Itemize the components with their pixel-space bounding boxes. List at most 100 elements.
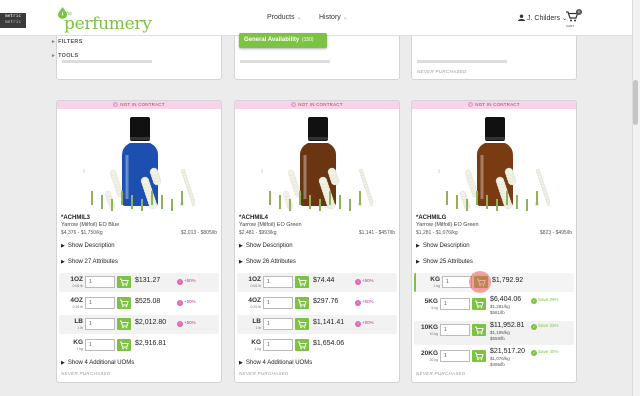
product-image[interactable]: [235, 109, 399, 212]
quantity-input[interactable]: 1: [442, 276, 472, 288]
uom-unit: 5KG: [424, 298, 438, 305]
add-to-cart-button[interactable]: [472, 350, 486, 362]
quantity-input[interactable]: 1: [440, 350, 470, 362]
uom-price: $1,141.41: [313, 319, 345, 326]
show-attributes-toggle[interactable]: ▶ Show 25 Attributes: [416, 259, 473, 265]
add-to-cart-button[interactable]: [295, 318, 309, 330]
add-to-cart-button[interactable]: [472, 298, 486, 310]
product-code[interactable]: *ACHMILG: [416, 215, 446, 221]
caret-right-icon: ▶: [416, 243, 420, 249]
uom-price: $1,792.92: [492, 277, 524, 284]
uom-row: KG 1 kg 1 $1,654.06: [237, 336, 397, 355]
markup-badge: ! +50%: [177, 278, 196, 285]
product-code[interactable]: *ACHMIL3: [61, 215, 90, 221]
show-description-label: Show Description: [67, 243, 115, 249]
add-to-cart-button[interactable]: [117, 318, 131, 330]
add-to-cart-icon: [120, 320, 129, 329]
markup-badge: ! +50%: [355, 320, 374, 327]
never-purchased-label: NEVER PURCHASED: [239, 371, 289, 376]
info-icon: !: [355, 300, 361, 306]
tools-toggle[interactable]: ▸ TOOLS: [52, 53, 78, 59]
cart-button[interactable]: 0 CART: [566, 9, 582, 28]
flowers-image: [261, 167, 373, 211]
divider: [62, 60, 152, 63]
add-to-cart-button[interactable]: [295, 297, 309, 309]
quantity-input[interactable]: 1: [263, 297, 293, 309]
metric-toggle[interactable]: metric metric: [0, 13, 26, 28]
uom-price: $11,952.81: [490, 322, 525, 329]
product-name: Yarrow (Milfoil) EO Green: [239, 222, 302, 228]
markup-value: +50%: [362, 320, 374, 325]
price-range-kg: $1,281 - $1,076/kg: [416, 230, 458, 236]
product-name: Yarrow (Milfoil) EO Green: [416, 222, 479, 228]
scrollbar-track[interactable]: [632, 0, 640, 396]
product-image[interactable]: [57, 109, 221, 212]
nav-products[interactable]: Products ⌄: [267, 14, 302, 21]
uom-unit-price: $1,281/kg: [490, 304, 510, 309]
uom-row: 5KG 5 kg 1 $6,404.06 $1,281/kg $581/lb ✓ S…: [414, 295, 574, 319]
markup-badge: ! +50%: [177, 320, 196, 327]
show-description-toggle[interactable]: ▶ Show Description: [61, 243, 115, 249]
show-description-toggle[interactable]: ▶ Show Description: [416, 243, 470, 249]
filters-toggle[interactable]: ▸ FILTERS: [52, 39, 83, 45]
caret-right-icon: ▶: [61, 243, 65, 249]
add-to-cart-button[interactable]: [117, 276, 131, 288]
user-name: J. Childers: [527, 15, 561, 22]
quantity-input[interactable]: 1: [85, 276, 115, 288]
uom-unit: 1OZ: [70, 276, 83, 283]
add-to-cart-button[interactable]: [295, 276, 309, 288]
quantity-input[interactable]: 1: [263, 276, 293, 288]
show-description-label: Show Description: [245, 243, 293, 249]
add-to-cart-button[interactable]: [117, 297, 131, 309]
price-range-kg: $2,481 - $993/kg: [239, 230, 277, 236]
show-attributes-toggle[interactable]: ▶ Show 26 Attributes: [239, 259, 296, 265]
quantity-input[interactable]: 1: [440, 324, 470, 336]
uom-row: KG 1 kg 1 $1,792.92: [414, 273, 574, 292]
info-icon: !: [355, 321, 361, 327]
user-menu[interactable]: J. Childers ⌄: [518, 14, 567, 22]
savings-badge: ✓ Save 40%: [531, 349, 559, 356]
uom-weight: 1 kg: [433, 284, 440, 288]
never-purchased-label: NEVER PURCHASED: [61, 371, 111, 376]
uom-unit-price: $581/lb: [490, 310, 505, 315]
show-more-uoms-toggle[interactable]: ▶ Show 4 Additional UOMs: [61, 360, 134, 366]
nav-history-label: History: [319, 14, 341, 21]
uom-weight: 1 lb: [255, 326, 261, 330]
add-to-cart-icon: [120, 341, 129, 350]
add-to-cart-button[interactable]: [472, 324, 486, 336]
price-range-lb: $2,013 - $805/lb: [180, 230, 217, 236]
quantity-input[interactable]: 1: [263, 318, 293, 330]
uom-weight: 1 kg: [254, 347, 261, 351]
caret-right-icon: ▸: [52, 39, 56, 45]
quantity-input[interactable]: 1: [85, 318, 115, 330]
contract-status: NOT IN CONTRACT: [120, 102, 165, 107]
never-purchased-label: NEVER PURCHASED: [417, 69, 467, 74]
show-attributes-toggle[interactable]: ▶ Show 27 Attributes: [61, 259, 118, 265]
uom-row: 20KG 20 kg 1 $21,517.20 $1,076/kg $495/lb…: [414, 347, 574, 371]
scrollbar-thumb[interactable]: [633, 80, 638, 125]
product-code[interactable]: *ACHMIL4: [239, 215, 268, 221]
flowers-image: [83, 167, 195, 211]
top-bar: metric metric the perfumery Products ⌄ Hi…: [0, 0, 632, 36]
info-icon: !: [177, 279, 183, 285]
add-to-cart-button[interactable]: [295, 339, 309, 351]
show-attributes-label: Show 27 Attributes: [67, 259, 118, 265]
add-to-cart-button[interactable]: [117, 339, 131, 351]
uom-weight: 0.25 lb: [250, 305, 261, 309]
quantity-input[interactable]: 1: [85, 297, 115, 309]
add-to-cart-icon: [298, 341, 307, 350]
caret-right-icon: ▸: [52, 53, 56, 59]
contract-status: NOT IN CONTRACT: [475, 102, 520, 107]
savings-value: Save 29%: [538, 297, 559, 302]
markup-value: +50%: [362, 278, 374, 283]
quantity-input[interactable]: 1: [263, 339, 293, 351]
nav-history[interactable]: History ⌄: [319, 14, 348, 21]
markup-badge: ! +50%: [355, 278, 374, 285]
quantity-input[interactable]: 1: [85, 339, 115, 351]
dropdown-label: General Availability: [244, 37, 300, 43]
quantity-input[interactable]: 1: [440, 298, 470, 310]
show-more-uoms-toggle[interactable]: ▶ Show 4 Additional UOMs: [239, 360, 312, 366]
dropdown-general-availability[interactable]: General Availability (150): [239, 33, 327, 48]
product-image[interactable]: [412, 109, 576, 212]
show-description-toggle[interactable]: ▶ Show Description: [239, 243, 293, 249]
